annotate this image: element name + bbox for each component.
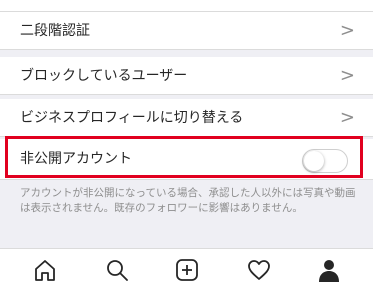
chevron-right-icon: >: [339, 107, 355, 128]
private-account-label: 非公開アカウント: [20, 151, 132, 167]
chevron-right-icon: >: [339, 65, 355, 86]
chevron-right-icon: >: [339, 20, 355, 41]
add-icon[interactable]: [174, 257, 200, 283]
two-factor-row[interactable]: 二段階認証 >: [0, 12, 373, 50]
home-icon[interactable]: [32, 257, 58, 283]
top-row-remnant: [0, 0, 373, 12]
search-icon[interactable]: [104, 257, 130, 283]
toggle-knob: [304, 151, 324, 171]
switch-business-row[interactable]: ビジネスプロフィールに切り替える >: [0, 99, 373, 137]
blocked-users-label: ブロックしているユーザー: [20, 68, 188, 84]
two-factor-label: 二段階認証: [20, 23, 90, 39]
private-account-toggle[interactable]: [302, 149, 348, 173]
blocked-users-row[interactable]: ブロックしているユーザー >: [0, 57, 373, 95]
private-account-note: アカウントが非公開になっている場合、承認した人以外には写真や動画は表示されません…: [20, 187, 356, 214]
bottom-tab-bar: [0, 248, 373, 287]
switch-business-label: ビジネスプロフィールに切り替える: [20, 110, 244, 126]
heart-icon[interactable]: [246, 257, 272, 283]
profile-icon[interactable]: [316, 257, 342, 283]
